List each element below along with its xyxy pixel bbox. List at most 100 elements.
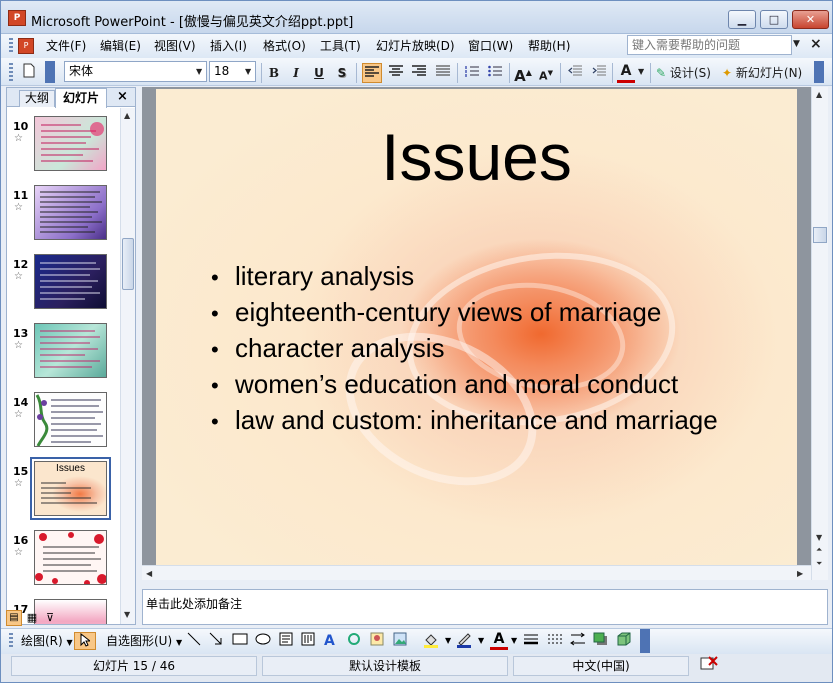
slide-thumbnail-13[interactable] (34, 323, 107, 378)
slide-thumbnail-11[interactable] (34, 185, 107, 240)
slideshow-view-icon[interactable]: ⊽ (42, 610, 58, 626)
scroll-right-icon[interactable]: ▶ (797, 569, 803, 578)
decrease-indent-icon[interactable] (565, 63, 585, 83)
underline-button[interactable]: U (310, 63, 328, 83)
slide-title[interactable]: Issues (156, 119, 797, 195)
scroll-down-icon[interactable]: ▼ (816, 533, 822, 542)
tab-slides[interactable]: 幻灯片 (55, 88, 107, 108)
scroll-left-icon[interactable]: ◀ (146, 569, 152, 578)
slide-thumbnail-14[interactable] (34, 392, 107, 447)
design-template-name[interactable]: 默认设计模板 (262, 656, 508, 676)
toolbar-grip[interactable] (9, 63, 13, 81)
fill-color-icon[interactable] (423, 632, 445, 650)
powerpoint-app-icon[interactable]: P (8, 10, 26, 26)
shrink-font-button[interactable]: A▼ (536, 63, 556, 83)
panel-scrollbar[interactable]: ▲ ▼ (120, 108, 135, 624)
line-color-icon[interactable] (456, 632, 478, 650)
shadow-button[interactable]: S (333, 63, 351, 83)
insert-picture-icon[interactable] (393, 632, 409, 650)
slide-thumbnail-10[interactable] (34, 116, 107, 171)
slide-bullet-list[interactable]: • literary analysis • eighteenth-century v… (211, 259, 718, 439)
menu-view[interactable]: 视图(V) (154, 38, 196, 54)
spelling-status-icon[interactable] (694, 656, 724, 676)
slide-thumbnail-12[interactable] (34, 254, 107, 309)
oval-tool-icon[interactable] (255, 632, 273, 650)
shadow-style-icon[interactable] (593, 632, 611, 650)
justify-icon[interactable] (433, 63, 453, 83)
slide-thumbnail-16[interactable] (34, 530, 107, 585)
scroll-up-icon[interactable]: ▲ (816, 90, 822, 99)
font-size-dropdown-icon[interactable]: ▼ (245, 67, 251, 76)
bullets-icon[interactable] (485, 63, 505, 83)
menu-file[interactable]: 文件(F) (46, 38, 86, 54)
textbox-tool-icon[interactable] (279, 632, 295, 650)
toolbar-options-icon[interactable] (45, 61, 55, 83)
current-slide[interactable]: Issues • literary analysis • eighteenth-ce… (156, 89, 797, 565)
minimize-button[interactable]: ▁ (728, 10, 756, 29)
new-document-icon[interactable] (19, 63, 39, 83)
vertical-textbox-icon[interactable] (301, 632, 317, 650)
panel-close-button[interactable]: × (117, 89, 128, 104)
document-icon[interactable]: P (18, 38, 34, 54)
align-left-icon[interactable] (362, 63, 382, 83)
draw-menu-button[interactable]: 绘图(R) ▼ (21, 632, 73, 650)
toolbar-overflow-icon[interactable] (814, 61, 824, 83)
numbering-icon[interactable] (462, 63, 482, 83)
panel-scroll-thumb[interactable] (122, 238, 134, 290)
slide-thumbnail-15[interactable]: Issues (30, 457, 111, 520)
design-button[interactable]: ✎ 设计(S) (656, 63, 718, 83)
autoshapes-button[interactable]: 自选图形(U) ▼ (106, 632, 182, 650)
font-name-dropdown-icon[interactable]: ▼ (196, 67, 202, 76)
italic-button[interactable]: I (287, 63, 305, 83)
drawbar-font-color-icon[interactable]: A (490, 632, 508, 650)
menubar-grip[interactable] (9, 38, 13, 54)
scroll-up-icon[interactable]: ▲ (124, 111, 130, 120)
tab-outline[interactable]: 大纲 (19, 90, 55, 107)
3d-style-icon[interactable] (616, 632, 634, 650)
line-tool-icon[interactable] (187, 632, 203, 650)
scroll-down-icon[interactable]: ▼ (124, 610, 130, 619)
menu-help[interactable]: 帮助(H) (528, 38, 570, 54)
clipart-icon[interactable] (370, 632, 386, 650)
slide-scroll-thumb[interactable] (813, 227, 827, 243)
menu-edit[interactable]: 编辑(E) (100, 38, 141, 54)
maximize-button[interactable]: □ (760, 10, 788, 29)
normal-view-icon[interactable]: ▤ (6, 610, 22, 626)
drawbar-overflow-icon[interactable] (640, 629, 650, 653)
help-dropdown-icon[interactable]: ▼ (793, 39, 800, 49)
font-color-dropdown-icon[interactable]: ▼ (638, 67, 644, 76)
slide-horizontal-scrollbar[interactable]: ◀ ▶ (142, 565, 811, 580)
select-objects-icon[interactable] (74, 632, 96, 650)
bold-button[interactable]: B (265, 63, 283, 83)
menu-insert[interactable]: 插入(I) (210, 38, 247, 54)
arrow-tool-icon[interactable] (209, 632, 225, 650)
document-close-button[interactable]: × (810, 36, 822, 52)
slide-sorter-view-icon[interactable]: ▦ (24, 610, 40, 626)
notes-pane[interactable]: 单击此处添加备注 (142, 589, 828, 625)
new-slide-button[interactable]: ✦ 新幻灯片(N) (722, 63, 812, 83)
previous-slide-icon[interactable]: ⏶ (816, 545, 822, 555)
dash-style-icon[interactable] (547, 632, 565, 650)
close-window-button[interactable]: ✕ (792, 10, 829, 29)
fill-color-dropdown-icon[interactable]: ▼ (445, 632, 451, 650)
grow-font-button[interactable]: A▲ (513, 63, 533, 85)
menu-tools[interactable]: 工具(T) (320, 38, 361, 54)
arrow-style-icon[interactable] (570, 632, 588, 650)
help-search-input[interactable]: 键入需要帮助的问题 (627, 35, 792, 55)
align-right-icon[interactable] (409, 63, 429, 83)
line-style-icon[interactable] (523, 632, 541, 650)
align-center-icon[interactable] (386, 63, 406, 83)
font-name-select[interactable]: 宋体 (64, 61, 207, 82)
line-color-dropdown-icon[interactable]: ▼ (478, 632, 484, 650)
menu-format[interactable]: 格式(O) (263, 38, 306, 54)
menu-window[interactable]: 窗口(W) (468, 38, 513, 54)
drawbar-font-color-dropdown-icon[interactable]: ▼ (511, 632, 517, 650)
slide-vertical-scrollbar[interactable]: ▲ ▼ ⏶ ⏷ (811, 87, 828, 580)
next-slide-icon[interactable]: ⏷ (816, 559, 822, 569)
wordart-icon[interactable]: A (324, 632, 340, 650)
rectangle-tool-icon[interactable] (232, 632, 250, 650)
increase-indent-icon[interactable] (589, 63, 609, 83)
font-color-button[interactable]: A (617, 63, 635, 83)
diagram-icon[interactable] (347, 632, 363, 650)
drawbar-grip[interactable] (9, 633, 13, 649)
